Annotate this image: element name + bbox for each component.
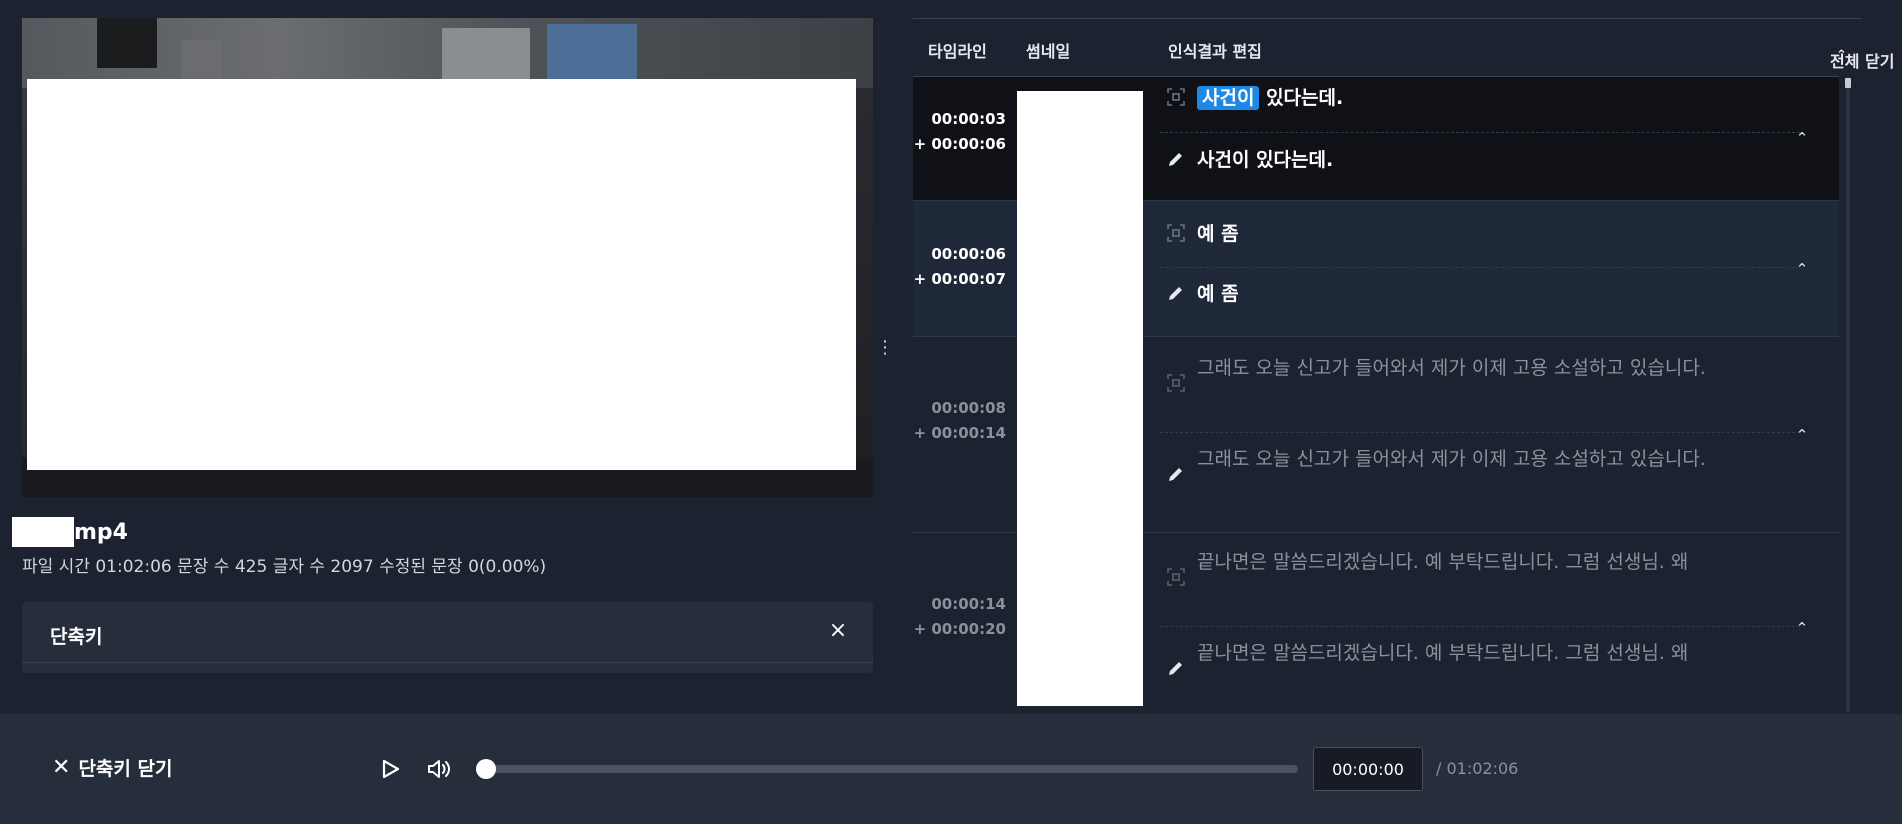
divider: [1160, 132, 1800, 133]
video-object: [97, 18, 157, 68]
shortcut-panel: 단축키 ×: [22, 602, 873, 673]
edited-line: 그래도 오늘 신고가 들어와서 제가 이제 고용 소설하고 있습니다.: [1165, 444, 1706, 485]
recognize-icon: [1167, 224, 1185, 242]
edited-line: 끝나면은 말씀드리겠습니다. 예 부탁드립니다. 그럼 선생님. 왜: [1165, 638, 1688, 679]
pencil-icon: [1169, 662, 1182, 675]
row-duration: + 00:00:07: [913, 270, 1006, 288]
volume-icon[interactable]: [426, 756, 452, 782]
current-time-input[interactable]: [1313, 747, 1423, 791]
recognize-icon: [1167, 88, 1185, 106]
divider: [1160, 267, 1800, 268]
close-icon: ✕: [52, 755, 71, 780]
highlighted-word: 사건이: [1197, 86, 1260, 110]
player-controls: ✕ 단축키 닫기 / 01:02:06: [0, 714, 1902, 824]
recognize-icon: [1167, 374, 1185, 392]
recognized-line: 끝나면은 말씀드리겠습니다. 예 부탁드립니다. 그럼 선생님. 왜: [1165, 547, 1688, 588]
header-timeline: 타임라인: [928, 42, 987, 61]
edited-text[interactable]: 사건이 있다는데.: [1197, 145, 1333, 175]
file-meta: 파일 시간 01:02:06 문장 수 425 글자 수 2097 수정된 문장…: [22, 557, 547, 577]
close-shortcut-label: 단축키 닫기: [78, 758, 173, 780]
divider: [1160, 626, 1800, 627]
row-duration: + 00:00:14: [913, 424, 1006, 442]
seek-bar[interactable]: [476, 759, 1298, 779]
divider: [22, 662, 873, 663]
app-root: ⋮ mp4 파일 시간 01:02:06 문장 수 425 글자 수 2097 …: [0, 0, 1902, 824]
row-collapse-button[interactable]: ⌃: [1793, 619, 1811, 637]
shortcut-panel-close-button[interactable]: ×: [825, 618, 851, 644]
file-name: mp4: [74, 520, 128, 545]
table-header: 타임라인 썸네일 인식결과 편집 전체 닫기 ⌃: [913, 28, 1894, 76]
edited-text[interactable]: 예 좀: [1197, 279, 1239, 309]
seek-bar-handle[interactable]: [476, 759, 496, 779]
video-emblem: [182, 40, 222, 80]
shortcut-panel-title: 단축키: [50, 626, 103, 648]
recognized-text-rest: 있다는데.: [1259, 87, 1344, 109]
thumbnail-column-redaction: [1017, 91, 1143, 706]
divider: [1160, 432, 1800, 433]
recognized-text[interactable]: 사건이 있다는데.: [1197, 83, 1343, 113]
divider: [913, 18, 1862, 19]
edited-text[interactable]: 끝나면은 말씀드리겠습니다. 예 부탁드립니다. 그럼 선생님. 왜: [1197, 638, 1688, 668]
scrollbar-thumb[interactable]: [1845, 78, 1851, 88]
pencil-icon: [1169, 468, 1182, 481]
recognized-text[interactable]: 끝나면은 말씀드리겠습니다. 예 부탁드립니다. 그럼 선생님. 왜: [1197, 547, 1688, 577]
edited-line: 예 좀: [1165, 279, 1239, 309]
header-edit: 인식결과 편집: [1168, 42, 1262, 61]
play-icon[interactable]: [378, 757, 402, 781]
recognized-text[interactable]: 그래도 오늘 신고가 들어와서 제가 이제 고용 소설하고 있습니다.: [1197, 353, 1706, 383]
scrollbar-track[interactable]: [1846, 77, 1850, 712]
video-player[interactable]: [22, 18, 873, 497]
edited-text[interactable]: 그래도 오늘 신고가 들어와서 제가 이제 고용 소설하고 있습니다.: [1197, 444, 1706, 474]
file-name-redaction: [12, 517, 74, 547]
chevron-up-icon: ⌃: [1836, 48, 1847, 63]
row-collapse-button[interactable]: ⌃: [1793, 129, 1811, 147]
recognize-icon: [1167, 568, 1185, 586]
row-duration: + 00:00:06: [913, 135, 1006, 153]
close-shortcut-button[interactable]: ✕ 단축키 닫기: [52, 754, 172, 781]
row-duration: + 00:00:20: [913, 620, 1006, 638]
video-redaction: [27, 79, 856, 470]
recognized-line: 그래도 오늘 신고가 들어와서 제가 이제 고용 소설하고 있습니다.: [1165, 353, 1706, 394]
pencil-icon: [1169, 287, 1182, 300]
pencil-icon: [1169, 153, 1182, 166]
panel-resize-handle[interactable]: ⋮: [876, 336, 894, 360]
row-collapse-button[interactable]: ⌃: [1793, 260, 1811, 278]
recognized-line: 예 좀: [1165, 219, 1239, 249]
header-thumbnail: 썸네일: [1026, 42, 1071, 61]
recognized-text[interactable]: 예 좀: [1197, 219, 1239, 249]
recognized-line: 사건이 있다는데.: [1165, 83, 1343, 113]
edited-line: 사건이 있다는데.: [1165, 145, 1333, 175]
row-collapse-button[interactable]: ⌃: [1793, 426, 1811, 444]
total-duration: / 01:02:06: [1436, 759, 1519, 778]
